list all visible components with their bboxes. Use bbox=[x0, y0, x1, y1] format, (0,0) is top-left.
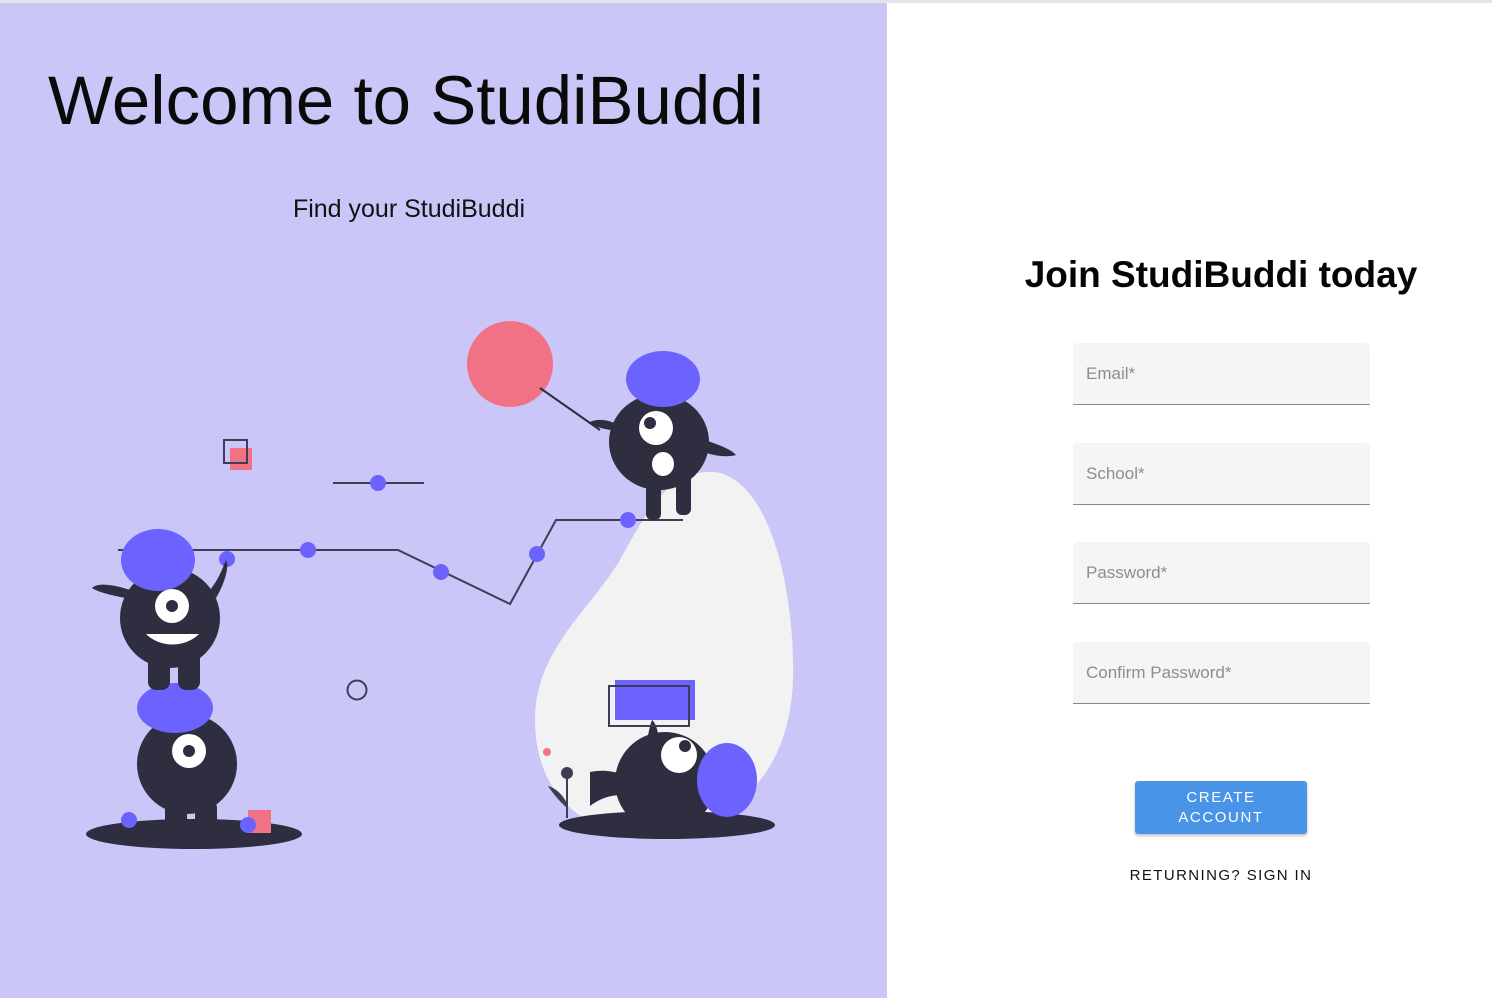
email-field[interactable] bbox=[1073, 343, 1370, 404]
balloon bbox=[467, 321, 553, 407]
confirm-password-field[interactable] bbox=[1073, 642, 1370, 703]
password-field-container bbox=[1073, 542, 1370, 604]
signup-panel: Join StudiBuddi today CREATE ACCOUNT RET… bbox=[887, 3, 1492, 998]
hero-subtitle: Find your StudiBuddi bbox=[292, 195, 526, 223]
password-field[interactable] bbox=[1073, 542, 1370, 603]
signup-title: Join StudiBuddi today bbox=[1024, 254, 1418, 295]
create-account-button[interactable]: CREATE ACCOUNT bbox=[1135, 781, 1307, 834]
email-field-container bbox=[1073, 343, 1370, 405]
returning-sign-in-link[interactable]: RETURNING? SIGN IN bbox=[887, 867, 1492, 884]
confirm-password-field-container bbox=[1073, 642, 1370, 704]
monsters-illustration bbox=[86, 321, 794, 849]
welcome-title: Welcome to StudiBuddi bbox=[48, 62, 764, 139]
hero-panel: Welcome to StudiBuddi Find your StudiBud… bbox=[0, 3, 887, 998]
school-field-container bbox=[1073, 443, 1370, 505]
school-field[interactable] bbox=[1073, 443, 1370, 504]
